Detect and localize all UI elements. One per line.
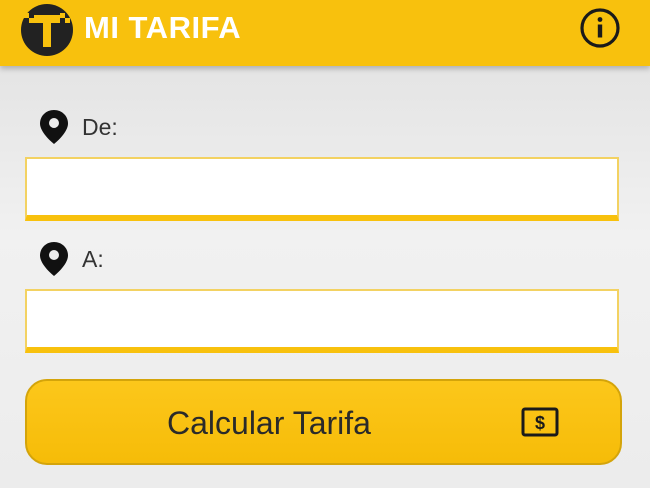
taxi-logo-icon [21, 4, 73, 56]
calculate-fare-button[interactable]: Calcular Tarifa $ [25, 379, 622, 465]
app-bar: MI TARIFA [0, 0, 650, 66]
location-pin-icon [40, 110, 68, 144]
svg-text:$: $ [535, 413, 545, 433]
destination-label: A: [82, 245, 104, 272]
location-pin-icon [40, 242, 68, 276]
origin-input[interactable] [25, 157, 619, 221]
destination-label-row: A: [39, 241, 104, 277]
money-icon: $ [521, 407, 559, 437]
calculate-fare-label: Calcular Tarifa [167, 405, 371, 441]
app-title: MI TARIFA [84, 10, 242, 45]
destination-input[interactable] [25, 289, 619, 353]
origin-label: De: [82, 113, 118, 140]
origin-label-row: De: [39, 109, 118, 145]
info-icon[interactable] [578, 6, 622, 50]
